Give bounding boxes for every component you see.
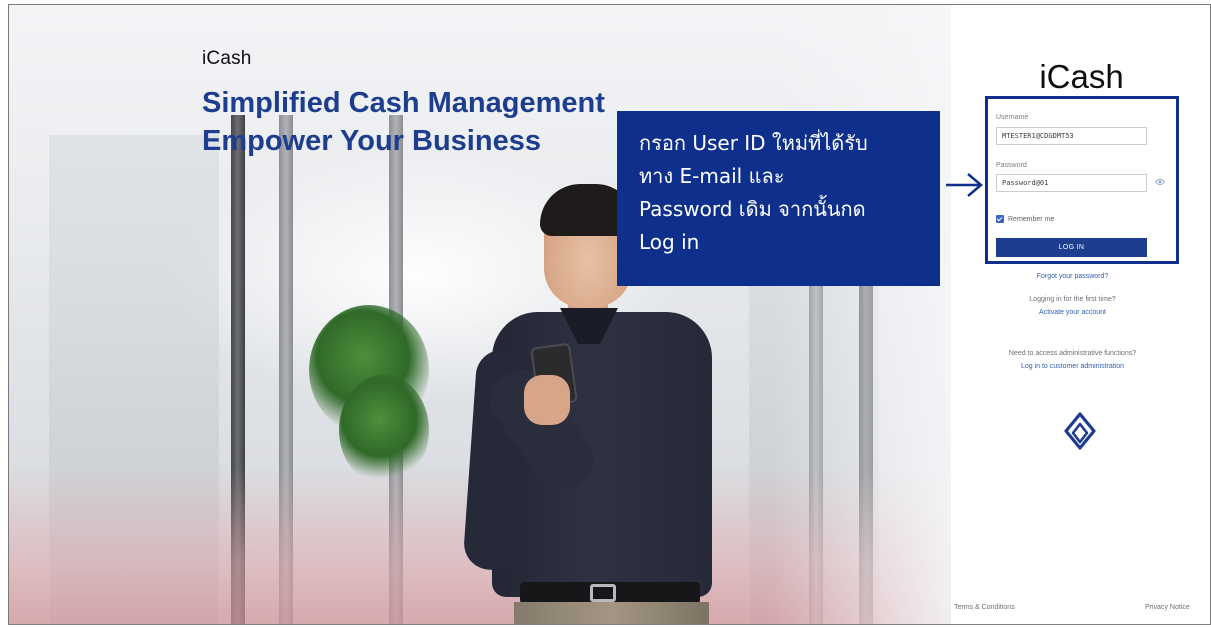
forgot-password-link[interactable]: Forgot your password? xyxy=(942,273,1203,280)
customer-admin-link[interactable]: Log in to customer administration xyxy=(942,363,1203,370)
username-field[interactable]: MTESTER1@CDGDMT53 xyxy=(996,127,1147,145)
callout-line: Password เดิม จากนั้นกด xyxy=(639,197,866,221)
admin-prompt: Need to access administrative functions? xyxy=(1008,350,1137,357)
hero-background: iCash Simplified Cash Management Empower… xyxy=(9,5,951,624)
right-arrow-icon xyxy=(946,173,983,197)
callout-line: กรอก User ID ใหม่ที่ได้รับ xyxy=(639,131,868,155)
hand xyxy=(524,375,570,425)
collar xyxy=(560,308,618,346)
eye-icon[interactable] xyxy=(1155,178,1165,186)
trousers xyxy=(514,602,709,624)
hero-brand: iCash xyxy=(202,48,252,69)
remember-me[interactable]: Remember me xyxy=(996,215,1054,223)
privacy-link[interactable]: Privacy Notice xyxy=(1145,604,1190,611)
terms-link[interactable]: Terms & Conditions xyxy=(954,604,1015,611)
password-label: Password xyxy=(996,162,1027,169)
password-field[interactable]: Password@01 xyxy=(996,174,1147,192)
remember-me-checkbox[interactable] xyxy=(996,215,1004,223)
hero-headline-line2: Empower Your Business xyxy=(202,125,541,157)
background-haze xyxy=(771,5,951,624)
remember-me-label: Remember me xyxy=(1008,215,1055,223)
instruction-callout: กรอก User ID ใหม่ที่ได้รับ ทาง E-mail แล… xyxy=(617,111,940,286)
hero-headline-line1: Simplified Cash Management xyxy=(202,87,605,119)
bangkok-bank-lotus-icon xyxy=(1064,412,1096,450)
username-label: Username xyxy=(996,114,1029,121)
belt-buckle xyxy=(590,584,616,602)
first-time-prompt: Logging in for the first time? xyxy=(1029,296,1116,303)
login-button[interactable]: LOG IN xyxy=(996,238,1147,257)
callout-line: Log in xyxy=(639,230,700,254)
login-logo: iCash xyxy=(1039,58,1124,95)
activate-account-link[interactable]: Activate your account xyxy=(942,309,1203,316)
callout-line: ทาง E-mail และ xyxy=(639,164,785,188)
